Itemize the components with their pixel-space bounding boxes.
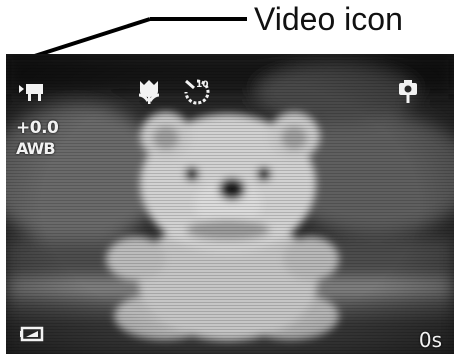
video-mode-icon: [19, 82, 45, 102]
lcd-scanlines: [6, 54, 454, 354]
self-timer-seconds: 10: [196, 80, 209, 90]
manual-illustration: Video icon 10 +0.0 AWB 0s: [0, 0, 458, 356]
macro-flower-icon: [138, 79, 160, 105]
battery-icon: [20, 326, 44, 342]
recording-time-remaining: 0s: [418, 328, 442, 352]
exposure-compensation-value: +0.0: [16, 118, 59, 138]
callout-label: Video icon: [254, 1, 403, 37]
face-detect-icon: [398, 80, 418, 104]
camera-lcd-screen: 10 +0.0 AWB 0s: [6, 54, 454, 354]
white-balance-indicator: AWB: [16, 139, 56, 158]
